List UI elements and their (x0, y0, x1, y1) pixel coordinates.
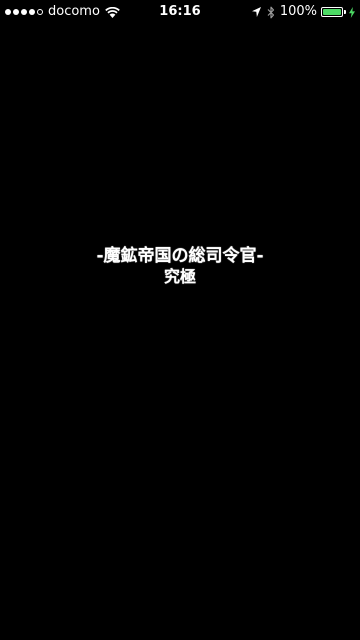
rank-subtitle: 究極 (163, 267, 196, 286)
battery-icon (321, 7, 343, 17)
battery-level-fill (323, 9, 341, 15)
bluetooth-icon (267, 6, 274, 18)
status-bar-right: 100% (251, 0, 355, 24)
battery-tip (344, 10, 346, 14)
title-block: -魔鉱帝国の総司令官- 究極 (0, 245, 360, 287)
location-arrow-icon (251, 7, 261, 17)
commander-title: -魔鉱帝国の総司令官- (96, 246, 264, 266)
charging-bolt-icon (349, 6, 355, 18)
battery-percent: 100% (279, 4, 317, 19)
loading-screen[interactable]: -魔鉱帝国の総司令官- 究極 (0, 24, 360, 640)
status-bar: docomo 16:16 100% (0, 0, 360, 24)
